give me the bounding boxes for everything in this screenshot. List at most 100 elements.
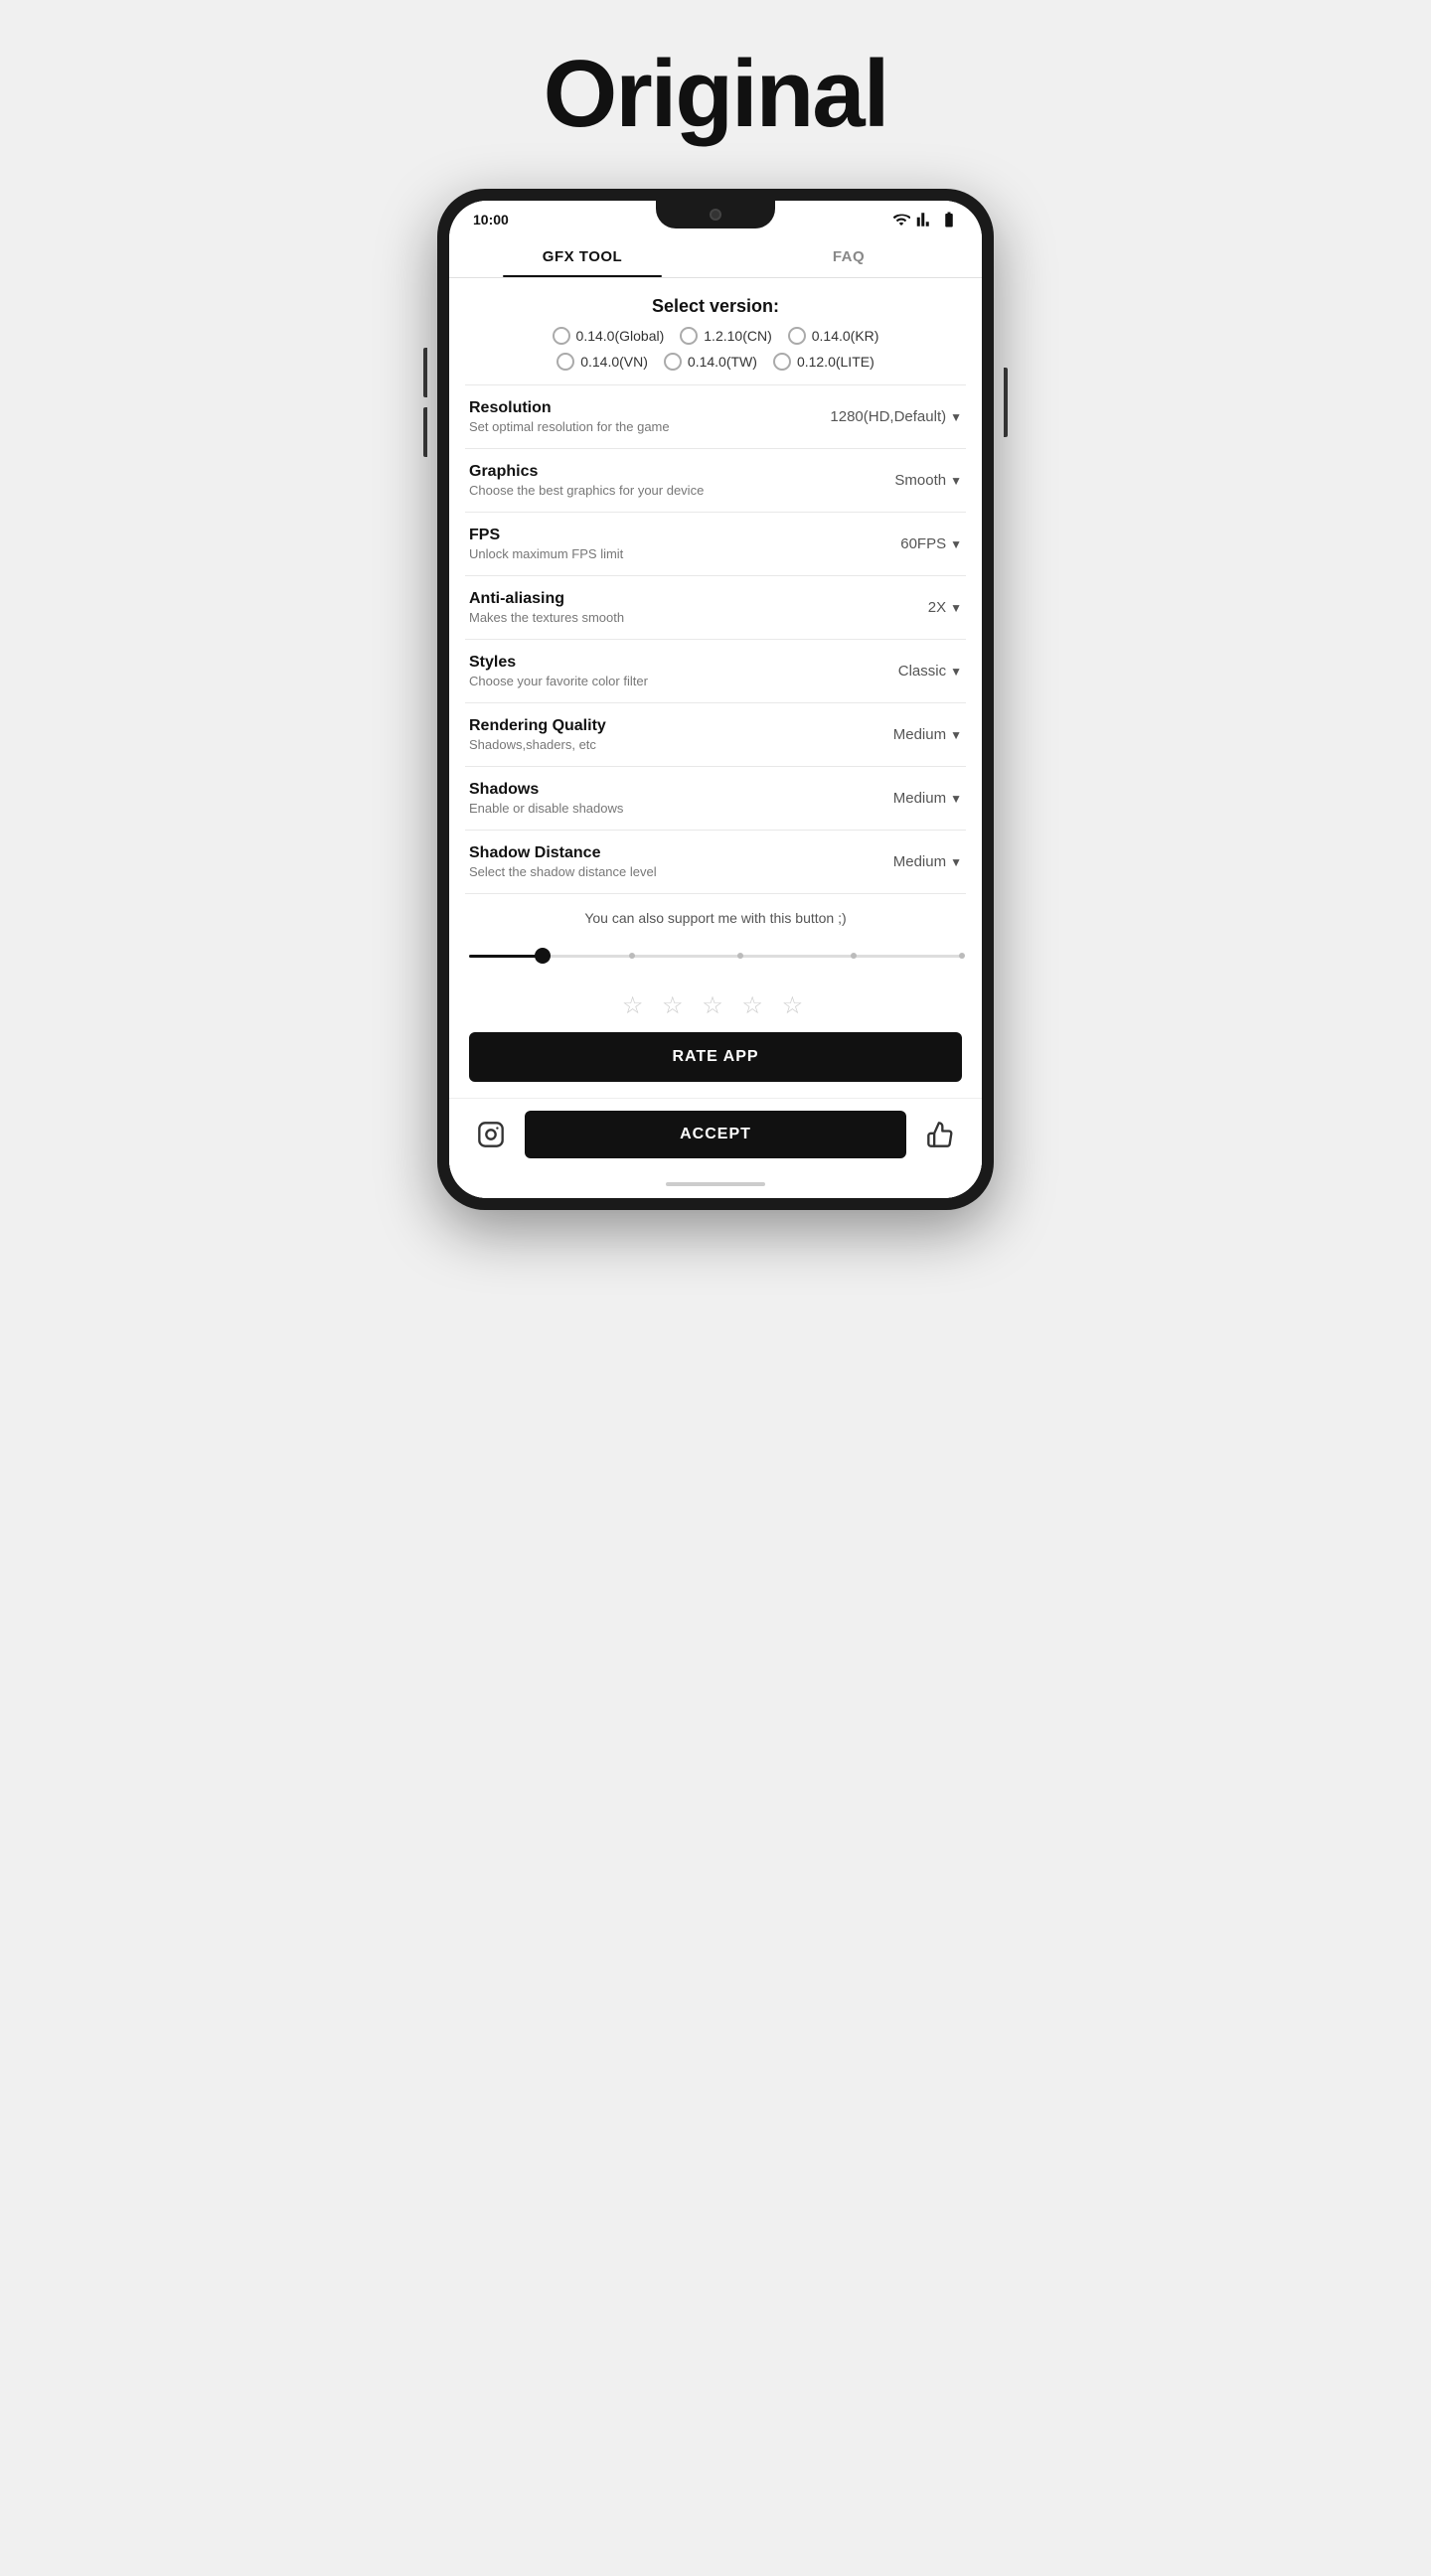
setting-rendering-quality-dropdown[interactable]: Medium ▼ [893,726,962,743]
setting-fps-left: FPS Unlock maximum FPS limit [469,527,900,561]
radio-cn[interactable] [680,327,698,345]
version-vn[interactable]: 0.14.0(VN) [556,353,648,371]
select-version-title: Select version: [449,278,982,327]
home-indicator [449,1174,982,1198]
version-cn[interactable]: 1.2.10(CN) [680,327,771,345]
star-2[interactable]: ☆ [662,992,690,1019]
status-icons [892,211,958,228]
shadows-chevron-down-icon: ▼ [950,792,962,806]
home-bar [666,1182,765,1186]
setting-shadow-distance: Shadow Distance Select the shadow distan… [449,831,982,893]
setting-resolution-value: 1280(HD,Default) [830,408,946,425]
tab-bar: GFX TOOL FAQ [449,232,982,278]
slider-tick-3 [851,953,857,959]
version-row-2: 0.14.0(VN) 0.14.0(TW) 0.12.0(LITE) [556,353,874,371]
setting-graphics-desc: Choose the best graphics for your device [469,483,894,498]
setting-graphics-left: Graphics Choose the best graphics for yo… [469,463,894,498]
setting-antialiasing: Anti-aliasing Makes the textures smooth … [449,576,982,639]
setting-fps-dropdown[interactable]: 60FPS ▼ [900,535,962,552]
setting-shadow-distance-desc: Select the shadow distance level [469,864,893,879]
setting-fps-label: FPS [469,527,900,544]
slider-track [469,955,962,958]
setting-styles-value: Classic [898,663,946,680]
setting-shadows-dropdown[interactable]: Medium ▼ [893,790,962,807]
setting-graphics: Graphics Choose the best graphics for yo… [449,449,982,512]
slider-tick-2 [737,953,743,959]
graphics-chevron-down-icon: ▼ [950,474,962,488]
shadow-distance-chevron-down-icon: ▼ [950,855,962,869]
slider-tick-4 [959,953,965,959]
version-options: 0.14.0(Global) 1.2.10(CN) 0.14.0(KR) 0.1… [449,327,982,384]
notch [656,201,775,228]
setting-resolution: Resolution Set optimal resolution for th… [449,385,982,448]
setting-antialiasing-label: Anti-aliasing [469,590,928,608]
setting-resolution-left: Resolution Set optimal resolution for th… [469,399,830,434]
slider-thumb[interactable] [535,948,551,964]
instagram-button[interactable] [473,1117,509,1152]
slider-tick-1 [629,953,635,959]
radio-vn[interactable] [556,353,574,371]
setting-shadows-desc: Enable or disable shadows [469,801,893,816]
setting-styles: Styles Choose your favorite color filter… [449,640,982,702]
setting-graphics-dropdown[interactable]: Smooth ▼ [894,472,962,489]
setting-rendering-quality-left: Rendering Quality Shadows,shaders, etc [469,717,893,752]
slider-filled [469,955,543,958]
radio-lite[interactable] [773,353,791,371]
accept-button[interactable]: ACCEPT [525,1111,906,1158]
support-section: You can also support me with this button… [449,894,982,946]
status-time: 10:00 [473,212,509,227]
setting-styles-desc: Choose your favorite color filter [469,674,898,688]
antialiasing-chevron-down-icon: ▼ [950,601,962,615]
phone-mockup: 10:00 GFX TOOL FAQ [437,189,994,1210]
star-3[interactable]: ☆ [702,992,729,1019]
tab-faq[interactable]: FAQ [716,232,982,277]
main-content: Select version: 0.14.0(Global) 1.2.10(CN… [449,278,982,1198]
setting-styles-left: Styles Choose your favorite color filter [469,654,898,688]
radio-global[interactable] [553,327,570,345]
version-row-1: 0.14.0(Global) 1.2.10(CN) 0.14.0(KR) [553,327,879,345]
setting-shadows-left: Shadows Enable or disable shadows [469,781,893,816]
volume-down-button [423,407,427,457]
rendering-quality-chevron-down-icon: ▼ [950,728,962,742]
setting-rendering-quality: Rendering Quality Shadows,shaders, etc M… [449,703,982,766]
front-camera [710,209,721,221]
setting-fps-value: 60FPS [900,535,946,552]
page-title: Original [544,40,888,149]
rate-app-button[interactable]: RATE APP [469,1032,962,1082]
star-1[interactable]: ☆ [622,992,650,1019]
phone-screen: 10:00 GFX TOOL FAQ [449,201,982,1198]
radio-tw[interactable] [664,353,682,371]
setting-resolution-desc: Set optimal resolution for the game [469,419,830,434]
tab-gfx-tool[interactable]: GFX TOOL [449,232,716,277]
bottom-bar: ACCEPT [449,1098,982,1174]
radio-kr[interactable] [788,327,806,345]
thumbsup-icon [926,1121,954,1148]
setting-styles-dropdown[interactable]: Classic ▼ [898,663,962,680]
setting-shadow-distance-dropdown[interactable]: Medium ▼ [893,853,962,870]
battery-icon [940,211,958,228]
setting-shadow-distance-left: Shadow Distance Select the shadow distan… [469,844,893,879]
signal-icon [916,211,934,228]
star-4[interactable]: ☆ [741,992,769,1019]
setting-rendering-quality-desc: Shadows,shaders, etc [469,737,893,752]
star-rating[interactable]: ☆ ☆ ☆ ☆ ☆ [449,982,982,1032]
volume-up-button [423,348,427,397]
setting-shadows-label: Shadows [469,781,893,799]
setting-graphics-value: Smooth [894,472,946,489]
version-kr[interactable]: 0.14.0(KR) [788,327,879,345]
setting-fps: FPS Unlock maximum FPS limit 60FPS ▼ [449,513,982,575]
power-button [1004,368,1008,437]
setting-antialiasing-dropdown[interactable]: 2X ▼ [928,599,962,616]
styles-chevron-down-icon: ▼ [950,665,962,679]
version-tw[interactable]: 0.14.0(TW) [664,353,757,371]
star-5[interactable]: ☆ [782,992,810,1019]
support-slider[interactable] [469,946,962,966]
version-lite[interactable]: 0.12.0(LITE) [773,353,874,371]
version-global[interactable]: 0.14.0(Global) [553,327,665,345]
thumbsup-button[interactable] [922,1117,958,1152]
setting-antialiasing-desc: Makes the textures smooth [469,610,928,625]
setting-resolution-dropdown[interactable]: 1280(HD,Default) ▼ [830,408,962,425]
setting-antialiasing-left: Anti-aliasing Makes the textures smooth [469,590,928,625]
status-bar: 10:00 [449,201,982,232]
setting-rendering-quality-label: Rendering Quality [469,717,893,735]
